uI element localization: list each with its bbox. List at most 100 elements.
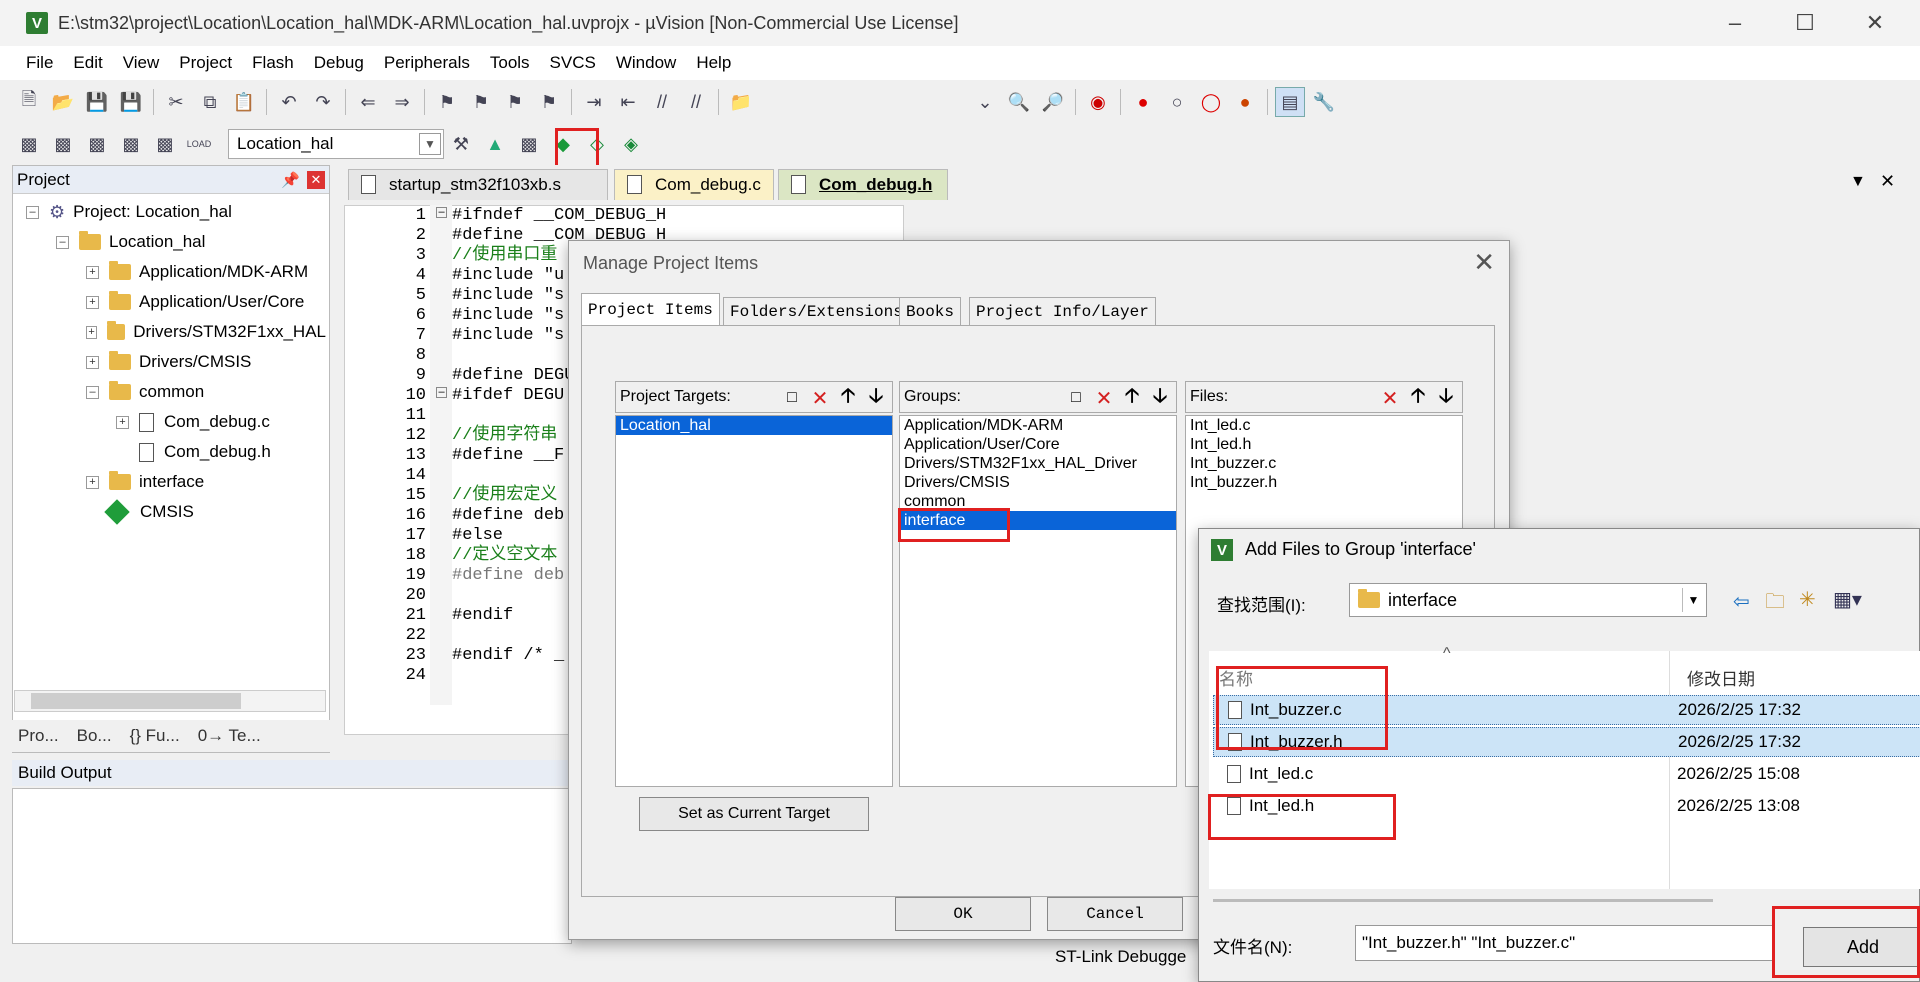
debug-session-icon[interactable]: ◉ [1083,87,1113,117]
delete-icon[interactable]: ✕ [1090,384,1118,412]
menu-window[interactable]: Window [616,53,676,73]
breakpoint-icon[interactable]: ● [1128,87,1158,117]
expand-icon[interactable]: + [86,325,98,339]
cancel-button[interactable]: Cancel [1047,897,1183,931]
fold-collapse-icon[interactable]: – [436,207,447,218]
close-editor-icon[interactable]: ✕ [1880,171,1895,192]
redo-icon[interactable]: ↷ [308,87,338,117]
tree-group-drivers-cmsis[interactable]: + Drivers/CMSIS [86,348,251,376]
build-icon[interactable]: ▩ [48,129,78,159]
configure-icon[interactable]: 🔧 [1309,87,1339,117]
target-item[interactable]: Location_hal [616,416,892,435]
tree-file-com-debug-c[interactable]: + Com_debug.c [116,408,270,436]
tree-target-location-hal[interactable]: – Location_hal [56,228,205,256]
view-menu-icon[interactable]: ▦▾ [1833,587,1862,612]
target-options-icon[interactable]: ⚒ [446,129,476,159]
menu-file[interactable]: File [26,53,53,73]
download-icon[interactable]: LOAD [184,129,214,159]
indent-icon[interactable]: ⇥ [579,87,609,117]
tree-group-common[interactable]: – common [86,378,204,406]
cut-icon[interactable]: ✂ [161,87,191,117]
expand-icon[interactable]: + [116,415,129,429]
file-item[interactable]: Int_led.c [1186,416,1462,435]
rebuild-icon[interactable]: ▩ [82,129,112,159]
expand-icon[interactable]: + [86,355,99,369]
stop-build-icon[interactable]: ▩ [150,129,180,159]
expand-icon[interactable]: + [86,475,99,489]
tree-group-interface[interactable]: + interface [86,468,204,496]
window-layout-icon[interactable]: ▤ [1275,87,1305,117]
prev-bookmark-icon[interactable]: ⚑ [466,87,496,117]
targets-list[interactable]: Location_hal [615,415,893,787]
tree-group-app-user[interactable]: + Application/User/Core [86,288,304,316]
clear-bookmarks-icon[interactable]: ⚑ [534,87,564,117]
group-item[interactable]: Drivers/CMSIS [900,473,1176,492]
tree-project-root[interactable]: – ⚙ Project: Location_hal [26,198,232,226]
move-up-icon[interactable]: 🡡 [834,384,862,412]
build-output-area[interactable] [12,788,572,944]
groups-list[interactable]: Application/MDK-ARM Application/User/Cor… [899,415,1177,787]
move-down-icon[interactable]: 🡣 [1432,384,1460,412]
new-folder-icon[interactable]: ✳ [1799,587,1816,612]
tab-books[interactable]: Books [899,297,962,325]
expand-icon[interactable]: + [86,265,99,279]
paste-icon[interactable]: 📋 [229,87,259,117]
tree-group-drivers-hal[interactable]: + Drivers/STM32F1xx_HAL [86,318,326,346]
dialog-close-icon[interactable]: ✕ [1473,247,1495,278]
tab-functions[interactable]: {} Fu... [130,726,180,746]
find-icon[interactable]: 🔍 [1004,87,1034,117]
disable-breakpoint-icon[interactable]: ○ [1162,87,1192,117]
chevron-down-icon[interactable]: ▼ [419,133,441,155]
nav-back-icon[interactable]: ⇐ [353,87,383,117]
pack-installer-icon[interactable]: ◇ [582,129,612,159]
tree-group-app-mdk[interactable]: + Application/MDK-ARM [86,258,308,286]
group-item-selected[interactable]: interface [900,511,1176,530]
project-hscrollbar[interactable] [14,690,326,712]
menu-flash[interactable]: Flash [252,53,294,73]
move-up-icon[interactable]: 🡡 [1118,384,1146,412]
next-bookmark-icon[interactable]: ⚑ [500,87,530,117]
tab-startup-file[interactable]: startup_stm32f103xb.s [348,169,608,200]
delete-icon[interactable]: ✕ [806,384,834,412]
column-date[interactable]: 修改日期 [1687,665,1755,690]
collapse-icon[interactable]: – [86,385,99,399]
collapse-icon[interactable]: – [56,235,69,249]
new-item-icon[interactable]: □ [778,384,806,412]
incremental-find-icon[interactable]: 🔎 [1038,87,1068,117]
tab-com-debug-c[interactable]: Com_debug.c [614,169,774,200]
manage-rte-icon[interactable]: ◆ [548,129,578,159]
tab-templates[interactable]: 0→ Te... [198,726,261,746]
save-icon[interactable]: 💾 [82,87,112,117]
translate-icon[interactable]: ▩ [14,129,44,159]
move-down-icon[interactable]: 🡣 [862,384,890,412]
move-up-icon[interactable]: 🡡 [1404,384,1432,412]
file-item[interactable]: Int_led.h [1186,435,1462,454]
fold-collapse-icon[interactable]: – [436,387,447,398]
tab-project-info-layer[interactable]: Project Info/Layer [969,297,1156,325]
target-select[interactable]: Location_hal ▼ [228,129,444,159]
menu-view[interactable]: View [123,53,160,73]
panel-close-icon[interactable]: ✕ [307,170,325,189]
find-dropdown-icon[interactable]: ⌄ [970,87,1000,117]
breakpoint-options-icon[interactable]: ● [1230,87,1260,117]
tab-project-items[interactable]: Project Items [581,293,720,325]
menu-peripherals[interactable]: Peripherals [384,53,470,73]
menu-project[interactable]: Project [179,53,232,73]
batch-build-icon[interactable]: ▩ [116,129,146,159]
collapse-icon[interactable]: – [26,205,39,219]
find-in-files-icon[interactable]: 📁 [726,87,756,117]
unindent-icon[interactable]: ⇤ [613,87,643,117]
column-name[interactable]: 名称 [1219,665,1253,690]
tab-project[interactable]: Pro... [18,726,59,746]
comment-icon[interactable]: // [647,87,677,117]
multi-project-icon[interactable]: ◈ [616,129,646,159]
menu-debug[interactable]: Debug [314,53,364,73]
ok-button[interactable]: OK [895,897,1031,931]
save-all-icon[interactable]: 💾 [116,87,146,117]
tab-books[interactable]: Bo... [77,726,112,746]
list-item-int-led-h[interactable]: Int_led.h 2026/2/25 13:08 [1213,791,1920,821]
minimize-button[interactable]: – [1700,0,1770,46]
file-list-hscrollbar[interactable] [1213,899,1713,902]
close-button[interactable]: ✕ [1840,0,1910,46]
copy-icon[interactable]: ⧉ [195,87,225,117]
